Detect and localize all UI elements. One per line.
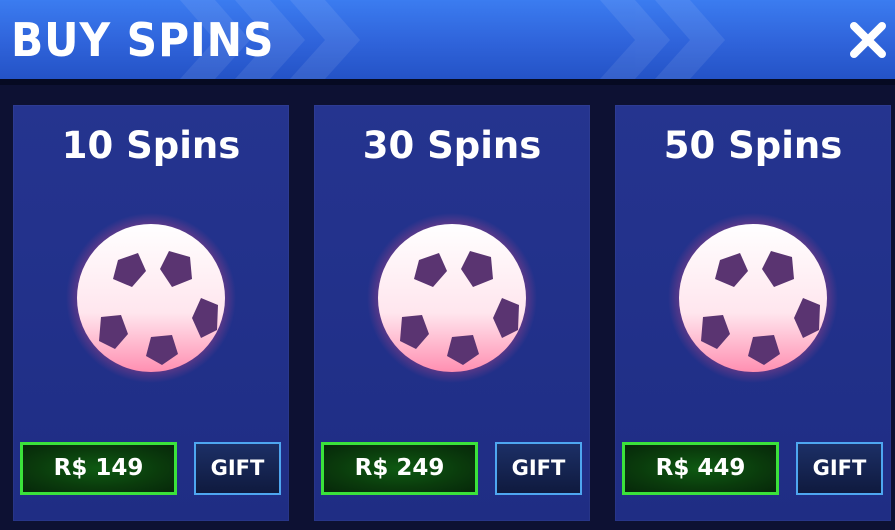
offer-title: 50 Spins bbox=[663, 124, 843, 167]
price-button[interactable]: R$ 249 bbox=[321, 442, 478, 495]
offer-card-50-spins: 50 Spins R$ 449 GIFT bbox=[615, 105, 891, 521]
gift-button[interactable]: GIFT bbox=[194, 442, 281, 495]
header-bar: BUY SPINS bbox=[0, 0, 895, 79]
price-button[interactable]: R$ 149 bbox=[20, 442, 177, 495]
close-icon[interactable] bbox=[848, 20, 888, 60]
offer-card-30-spins: 30 Spins R$ 249 GIFT bbox=[314, 105, 590, 521]
gift-button[interactable]: GIFT bbox=[796, 442, 883, 495]
offer-title: 30 Spins bbox=[362, 124, 542, 167]
soccer-ball-icon bbox=[668, 213, 838, 383]
price-button[interactable]: R$ 449 bbox=[622, 442, 779, 495]
soccer-ball-icon bbox=[367, 213, 537, 383]
offer-title: 10 Spins bbox=[61, 124, 241, 167]
soccer-ball-icon bbox=[66, 213, 236, 383]
offer-card-10-spins: 10 Spins R$ 149 GIFT bbox=[13, 105, 289, 521]
page-title: BUY SPINS bbox=[11, 13, 275, 67]
gift-button[interactable]: GIFT bbox=[495, 442, 582, 495]
